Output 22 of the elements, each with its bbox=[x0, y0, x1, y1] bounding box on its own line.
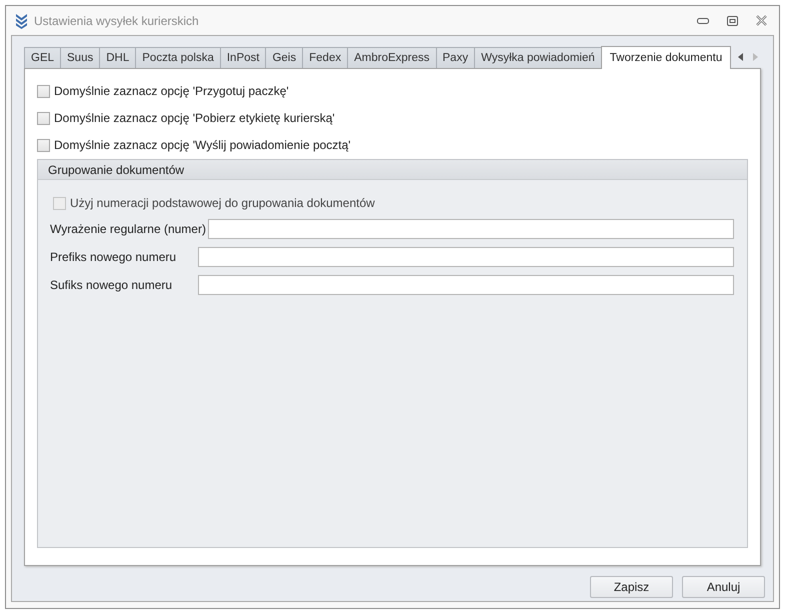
tab[interactable]: Fedex bbox=[302, 47, 348, 68]
checkbox-label: Użyj numeracji podstawowej do grupowania dokumentów bbox=[70, 196, 375, 210]
tab[interactable]: Poczta polska bbox=[135, 47, 221, 68]
tab[interactable]: Wysyłka powiadomień bbox=[474, 47, 602, 68]
tab[interactable]: DHL bbox=[99, 47, 136, 68]
tab[interactable]: AmbroExpress bbox=[347, 47, 437, 68]
cancel-button[interactable]: Anuluj bbox=[682, 576, 765, 598]
tab[interactable]: InPost bbox=[220, 47, 266, 68]
tab[interactable]: Geis bbox=[265, 47, 304, 68]
field-label: Wyrażenie regularne (numer) bbox=[50, 222, 207, 236]
checkbox-label: Domyślnie zaznacz opcję 'Przygotuj paczkę' bbox=[54, 84, 289, 98]
window-title: Ustawienia wysyłek kurierskich bbox=[34, 14, 200, 28]
field-label: Prefiks nowego numeru bbox=[50, 250, 178, 264]
checkbox-label: Domyślnie zaznacz opcję 'Wyślij powiadomienie pocztą' bbox=[54, 138, 351, 152]
group-title: Grupowanie dokumentów bbox=[48, 162, 184, 176]
checkbox-label: Domyślnie zaznacz opcję 'Pobierz etykietę kurierską' bbox=[54, 111, 335, 125]
save-button[interactable]: Zapisz bbox=[590, 576, 673, 598]
field-label: Sufiks nowego numeru bbox=[50, 278, 174, 292]
tab[interactable]: Tworzenie dokumentu bbox=[600, 46, 732, 69]
tab[interactable]: Paxy bbox=[436, 47, 476, 68]
tab[interactable]: GEL bbox=[24, 47, 62, 68]
tab[interactable]: Suus bbox=[60, 47, 100, 68]
